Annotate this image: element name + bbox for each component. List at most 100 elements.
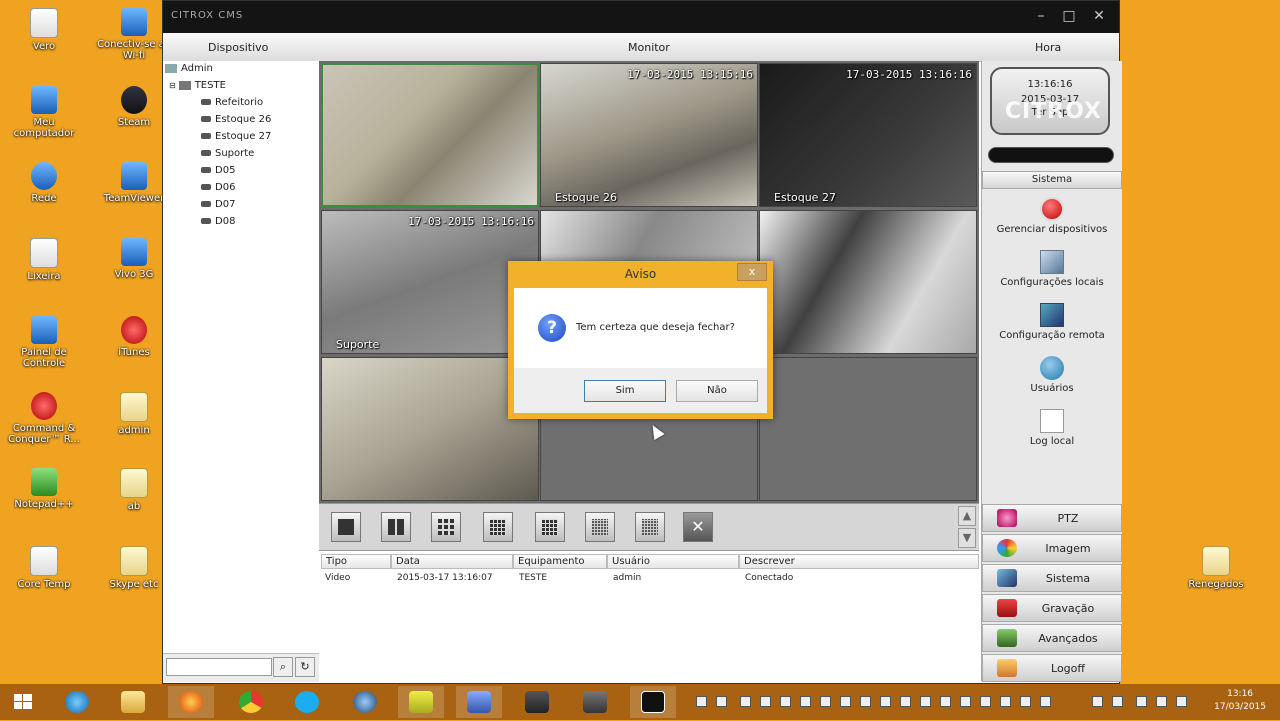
log-local-button[interactable]: Log local <box>982 409 1122 447</box>
video-cell-empty[interactable] <box>759 357 977 501</box>
tray-icon[interactable] <box>1000 696 1011 707</box>
nav-avancados[interactable]: Avançados <box>982 624 1122 652</box>
tray-icon[interactable] <box>740 696 751 707</box>
nav-gravacao[interactable]: Gravação <box>982 594 1122 622</box>
tray-icon[interactable] <box>960 696 971 707</box>
taskbar-skype[interactable] <box>284 686 330 718</box>
layout-4-button[interactable] <box>381 512 411 542</box>
desktop-icon-notepad[interactable]: Notepad++ <box>4 468 84 510</box>
layout-25-button[interactable] <box>535 512 565 542</box>
log-header-usuario[interactable]: Usuário <box>607 554 739 569</box>
tray-icon[interactable] <box>1092 696 1103 707</box>
taskbar-explorer[interactable] <box>110 686 156 718</box>
scroll-up-icon[interactable]: ▲ <box>958 506 976 526</box>
tray-icon[interactable] <box>1020 696 1031 707</box>
desktop-icon-network[interactable]: Rede <box>4 162 84 204</box>
layout-9-button[interactable] <box>431 512 461 542</box>
tree-camera[interactable]: D06 <box>201 182 235 193</box>
taskbar-app[interactable] <box>514 686 560 718</box>
nav-ptz[interactable]: PTZ <box>982 504 1122 532</box>
taskbar-chrome[interactable] <box>228 686 274 718</box>
start-button[interactable] <box>0 686 46 718</box>
tree-camera[interactable]: Suporte <box>201 148 254 159</box>
tray-icon[interactable] <box>1112 696 1123 707</box>
layout-16-button[interactable] <box>483 512 513 542</box>
tray-icon[interactable] <box>696 696 707 707</box>
tree-camera[interactable]: D07 <box>201 199 235 210</box>
volume-tray-icon[interactable] <box>1176 696 1187 707</box>
maximize-icon[interactable]: □ <box>1059 7 1079 25</box>
close-icon[interactable]: ✕ <box>1089 7 1109 25</box>
tray-icon[interactable] <box>980 696 991 707</box>
gerenciar-dispositivos-button[interactable]: Gerenciar dispositivos <box>982 197 1122 235</box>
desktop-icon-renegados[interactable]: Renegados <box>1176 546 1256 590</box>
video-cell[interactable] <box>759 210 977 354</box>
tray-icon[interactable] <box>840 696 851 707</box>
taskbar-ie[interactable] <box>54 686 100 718</box>
layout-64-button[interactable] <box>635 512 665 542</box>
menu-monitor[interactable]: Monitor <box>628 41 670 54</box>
log-header-tipo[interactable]: Tipo <box>321 554 391 569</box>
dialog-title[interactable]: Aviso <box>508 261 773 287</box>
yes-button[interactable]: Sim <box>584 380 666 402</box>
video-cell[interactable]: 17-03-2015 13:16:16 Estoque 27 <box>759 63 977 207</box>
title-bar[interactable]: CITROX CMS – □ ✕ <box>163 1 1119 33</box>
tree-camera[interactable]: Estoque 27 <box>201 131 271 142</box>
network-tray-icon[interactable] <box>1156 696 1167 707</box>
video-cell[interactable] <box>321 63 539 207</box>
desktop-icon-control-panel[interactable]: Painel de Controle <box>4 316 84 369</box>
desktop-icon-recycle-bin[interactable]: Lixeira <box>4 238 84 282</box>
taskbar-firefox[interactable] <box>168 686 214 718</box>
tree-root[interactable]: Admin <box>165 63 213 74</box>
tray-icon[interactable] <box>920 696 931 707</box>
tray-icon[interactable] <box>940 696 951 707</box>
desktop-icon-computer[interactable]: Meu computador <box>4 86 84 139</box>
tray-icon[interactable] <box>760 696 771 707</box>
taskbar-thunderbird[interactable] <box>342 686 388 718</box>
sistema-header[interactable]: Sistema <box>982 171 1122 189</box>
minimize-icon[interactable]: – <box>1031 7 1051 25</box>
nav-logoff[interactable]: Logoff <box>982 654 1122 682</box>
menu-dispositivo[interactable]: Dispositivo <box>208 41 268 54</box>
layout-1-button[interactable] <box>331 512 361 542</box>
search-icon[interactable]: ⌕ <box>273 657 293 677</box>
no-button[interactable]: Não <box>676 380 758 402</box>
video-cell[interactable] <box>321 357 539 501</box>
menu-hora[interactable]: Hora <box>1035 41 1061 54</box>
nav-sistema[interactable]: Sistema <box>982 564 1122 592</box>
desktop-icon-core-temp[interactable]: Core Temp <box>4 546 84 590</box>
tray-icon[interactable] <box>716 696 727 707</box>
fullscreen-button[interactable]: ✕ <box>683 512 713 542</box>
scroll-down-icon[interactable]: ▼ <box>958 528 976 548</box>
refresh-icon[interactable]: ↻ <box>295 657 315 677</box>
taskbar-cms[interactable] <box>630 686 676 718</box>
taskbar-app[interactable] <box>572 686 618 718</box>
layout-36-button[interactable] <box>585 512 615 542</box>
tree-camera[interactable]: Estoque 26 <box>201 114 271 125</box>
tray-icon[interactable] <box>1136 696 1147 707</box>
taskbar-app[interactable] <box>398 686 444 718</box>
desktop-icon-game[interactable]: Command & Conquer™ R... <box>4 392 84 445</box>
desktop-icon-vero[interactable]: Vero <box>4 8 84 52</box>
tree-search-input[interactable] <box>166 658 272 676</box>
configuracoes-locais-button[interactable]: Configurações locais <box>982 250 1122 288</box>
taskbar-clock[interactable]: 13:16 17/03/2015 <box>1214 688 1266 714</box>
tree-camera[interactable]: D05 <box>201 165 235 176</box>
tree-group[interactable]: ⊟ TESTE <box>169 80 226 91</box>
configuracao-remota-button[interactable]: Configuração remota <box>982 303 1122 341</box>
video-cell[interactable]: 17-03-2015 13:15:16 Estoque 26 <box>540 63 758 207</box>
collapse-icon[interactable]: ⊟ <box>169 81 176 90</box>
tray-icon[interactable] <box>880 696 891 707</box>
dialog-close-button[interactable]: x <box>737 263 767 281</box>
video-cell[interactable]: 17-03-2015 13:16:16 Suporte <box>321 210 539 354</box>
tray-icon[interactable] <box>780 696 791 707</box>
tray-icon[interactable] <box>820 696 831 707</box>
tray-icon[interactable] <box>860 696 871 707</box>
tree-camera[interactable]: D08 <box>201 216 235 227</box>
tray-icon[interactable] <box>800 696 811 707</box>
taskbar-app[interactable] <box>456 686 502 718</box>
log-header-data[interactable]: Data <box>391 554 513 569</box>
log-header-equipamento[interactable]: Equipamento <box>513 554 607 569</box>
tray-icon[interactable] <box>1040 696 1051 707</box>
nav-imagem[interactable]: Imagem <box>982 534 1122 562</box>
